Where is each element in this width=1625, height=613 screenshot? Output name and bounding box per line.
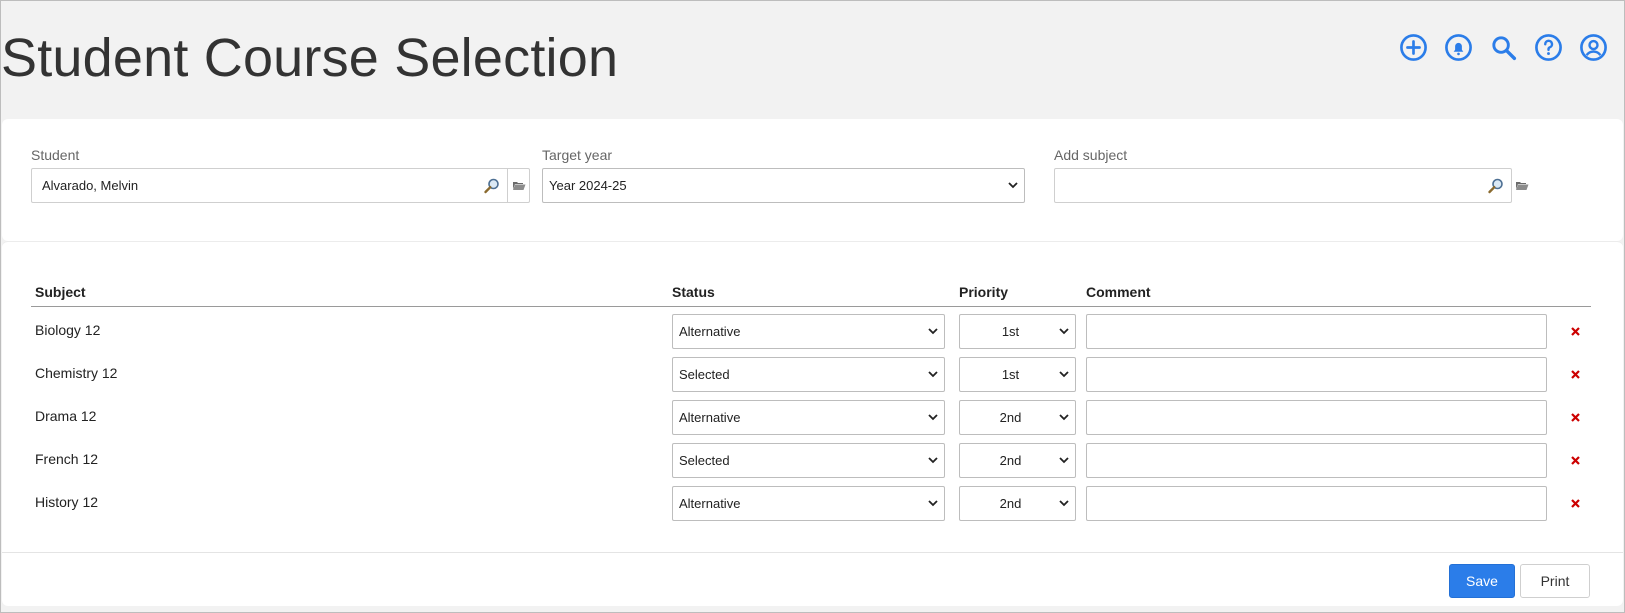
folder-open-icon[interactable]	[1511, 168, 1533, 203]
priority-select[interactable]: 1st	[959, 357, 1076, 392]
print-button[interactable]: Print	[1520, 564, 1590, 598]
search-icon[interactable]	[1489, 33, 1518, 62]
chevron-down-icon	[1002, 182, 1024, 189]
priority-value: 2nd	[999, 496, 1022, 511]
chevron-down-icon	[922, 457, 944, 464]
status-select[interactable]: Alternative	[672, 314, 945, 349]
priority-select[interactable]: 2nd	[959, 400, 1076, 435]
column-header-comment: Comment	[1086, 284, 1151, 300]
delete-row-icon[interactable]	[1567, 409, 1583, 425]
comment-input[interactable]	[1086, 443, 1547, 478]
column-header-status: Status	[672, 284, 715, 300]
folder-open-icon[interactable]	[507, 168, 529, 203]
table-row: French 12 Selected 2nd	[2, 439, 1623, 482]
chevron-down-icon	[922, 371, 944, 378]
comment-input[interactable]	[1086, 357, 1547, 392]
status-value: Selected	[679, 367, 730, 382]
bell-icon[interactable]	[1444, 33, 1473, 62]
column-header-priority: Priority	[959, 284, 1009, 300]
filters-panel: Student Alvarado, Melvin Target year Yea…	[2, 119, 1623, 241]
subject-cell: Biology 12	[35, 322, 101, 338]
add-subject-field: Add subject	[1054, 147, 1512, 203]
app-frame: Student Course Selection Student Alvarad…	[0, 0, 1625, 613]
delete-row-icon[interactable]	[1567, 452, 1583, 468]
status-select[interactable]: Alternative	[672, 400, 945, 435]
help-icon[interactable]	[1534, 33, 1563, 62]
target-year-select[interactable]: Year 2024-25	[542, 168, 1025, 203]
delete-row-icon[interactable]	[1567, 495, 1583, 511]
target-year-field: Target year Year 2024-25	[542, 147, 1025, 203]
delete-row-icon[interactable]	[1567, 366, 1583, 382]
status-select[interactable]: Alternative	[672, 486, 945, 521]
top-toolbar	[1399, 33, 1608, 62]
chevron-down-icon	[1053, 457, 1075, 464]
subject-cell: Chemistry 12	[35, 365, 118, 381]
table-row: Chemistry 12 Selected 1st	[2, 353, 1623, 396]
student-value: Alvarado, Melvin	[42, 178, 139, 193]
add-subject-input[interactable]	[1054, 168, 1512, 203]
student-label: Student	[31, 147, 80, 163]
subjects-table-panel: Subject Status Priority Comment Biology …	[2, 241, 1623, 606]
chevron-down-icon	[922, 414, 944, 421]
magnifier-lookup-icon[interactable]	[1483, 173, 1509, 199]
status-select[interactable]: Selected	[672, 357, 945, 392]
table-row: Biology 12 Alternative 1st	[2, 310, 1623, 353]
magnifier-lookup-icon[interactable]	[479, 173, 505, 199]
priority-select[interactable]: 2nd	[959, 443, 1076, 478]
status-value: Alternative	[679, 410, 741, 425]
delete-row-icon[interactable]	[1567, 323, 1583, 339]
chevron-down-icon	[1053, 414, 1075, 421]
priority-select[interactable]: 1st	[959, 314, 1076, 349]
priority-value: 1st	[1001, 324, 1020, 339]
table-row: History 12 Alternative 2nd	[2, 482, 1623, 525]
status-value: Alternative	[679, 496, 741, 511]
priority-select[interactable]: 2nd	[959, 486, 1076, 521]
chevron-down-icon	[922, 500, 944, 507]
comment-input[interactable]	[1086, 400, 1547, 435]
subject-cell: History 12	[35, 494, 99, 510]
comment-input[interactable]	[1086, 486, 1547, 521]
chevron-down-icon	[1053, 328, 1075, 335]
target-year-value: Year 2024-25	[549, 178, 627, 193]
table-row: Drama 12 Alternative 2nd	[2, 396, 1623, 439]
student-input[interactable]: Alvarado, Melvin	[31, 168, 530, 203]
header-divider	[31, 306, 1591, 307]
chevron-down-icon	[922, 328, 944, 335]
student-field: Student Alvarado, Melvin	[31, 147, 530, 203]
priority-value: 1st	[1001, 367, 1020, 382]
chevron-down-icon	[1053, 500, 1075, 507]
footer-divider	[2, 552, 1623, 553]
status-value: Alternative	[679, 324, 741, 339]
page-title: Student Course Selection	[1, 28, 619, 88]
subject-cell: French 12	[35, 451, 99, 467]
account-icon[interactable]	[1579, 33, 1608, 62]
add-circle-icon[interactable]	[1399, 33, 1428, 62]
column-header-subject: Subject	[35, 284, 86, 300]
status-value: Selected	[679, 453, 730, 468]
target-year-label: Target year	[542, 147, 613, 163]
priority-value: 2nd	[999, 410, 1022, 425]
add-subject-label: Add subject	[1054, 147, 1128, 163]
comment-input[interactable]	[1086, 314, 1547, 349]
status-select[interactable]: Selected	[672, 443, 945, 478]
subject-cell: Drama 12	[35, 408, 97, 424]
save-button[interactable]: Save	[1449, 564, 1515, 598]
chevron-down-icon	[1053, 371, 1075, 378]
priority-value: 2nd	[999, 453, 1022, 468]
